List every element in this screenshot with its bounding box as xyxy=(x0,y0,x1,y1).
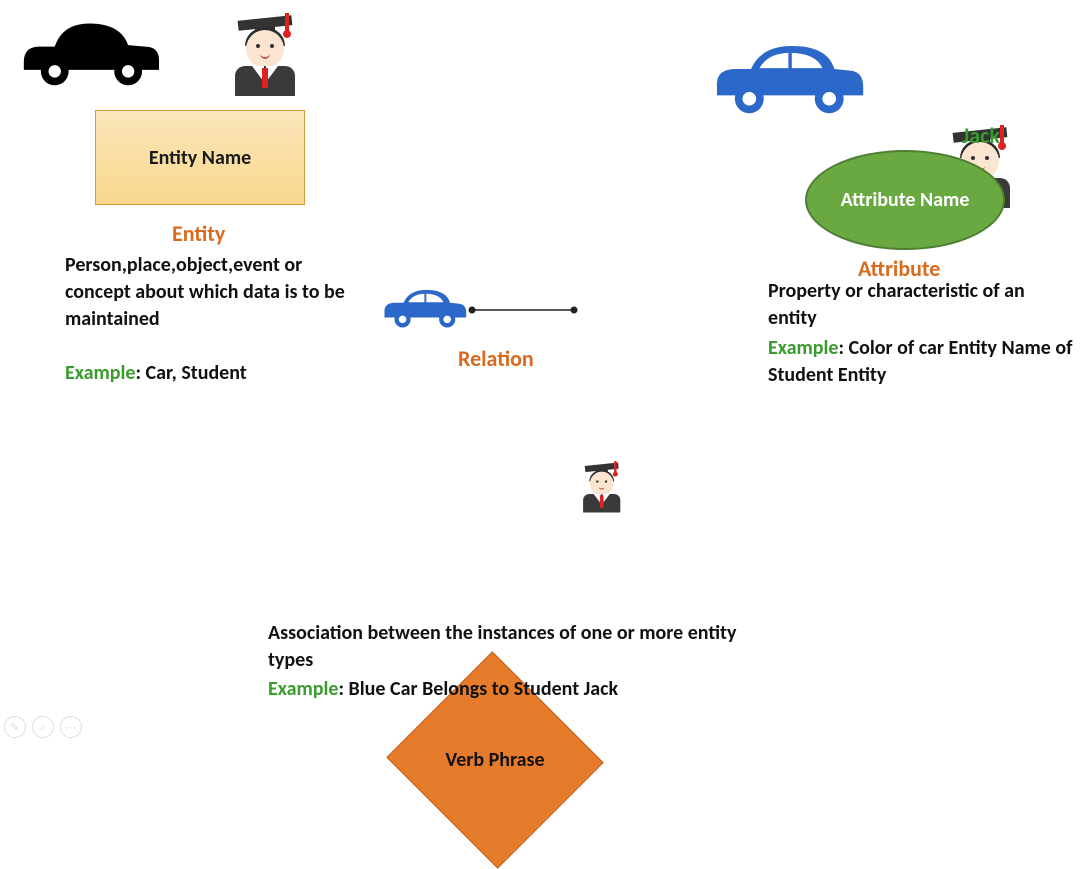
presentation-toolbar: ✎ ⌕ ⋯ xyxy=(4,716,82,738)
student-graduate-icon xyxy=(230,8,300,98)
relation-shape-label: Verb Phrase xyxy=(445,748,544,772)
example-label: Example xyxy=(65,361,136,385)
example-label: Example xyxy=(268,677,339,701)
relation-shape: Verb Phrase xyxy=(385,685,605,835)
more-tool-icon[interactable]: ⋯ xyxy=(60,716,82,738)
zoom-tool-icon[interactable]: ⌕ xyxy=(32,716,54,738)
entity-example-text: : Car, Student xyxy=(136,361,247,385)
attribute-description: Property or characteristic of an entity xyxy=(768,278,1068,332)
relation-example: Example: Blue Car Belongs to Student Jac… xyxy=(268,676,768,703)
car-icon xyxy=(375,280,470,335)
pen-tool-icon[interactable]: ✎ xyxy=(4,716,26,738)
entity-description: Person,place,object,event or concept abo… xyxy=(65,252,355,333)
entity-example: Example: Car, Student xyxy=(65,360,365,387)
relation-example-text: : Blue Car Belongs to Student Jack xyxy=(339,677,619,701)
attribute-example: Example: Color of car Entity Name of Stu… xyxy=(768,335,1073,389)
attribute-shape: Attribute Name xyxy=(805,150,1005,250)
entity-shape: Entity Name xyxy=(95,110,305,205)
jack-label: Jack xyxy=(962,122,1000,149)
example-label: Example xyxy=(768,336,839,360)
relation-description: Association between the instances of one… xyxy=(268,620,738,674)
entity-shape-label: Entity Name xyxy=(149,146,251,170)
entity-heading: Entity xyxy=(172,220,225,247)
relation-heading: Relation xyxy=(458,345,534,372)
attribute-shape-label: Attribute Name xyxy=(841,188,970,212)
student-graduate-icon xyxy=(580,458,623,514)
relation-connector-line xyxy=(468,300,578,320)
car-icon xyxy=(12,8,167,93)
car-icon xyxy=(700,30,870,125)
